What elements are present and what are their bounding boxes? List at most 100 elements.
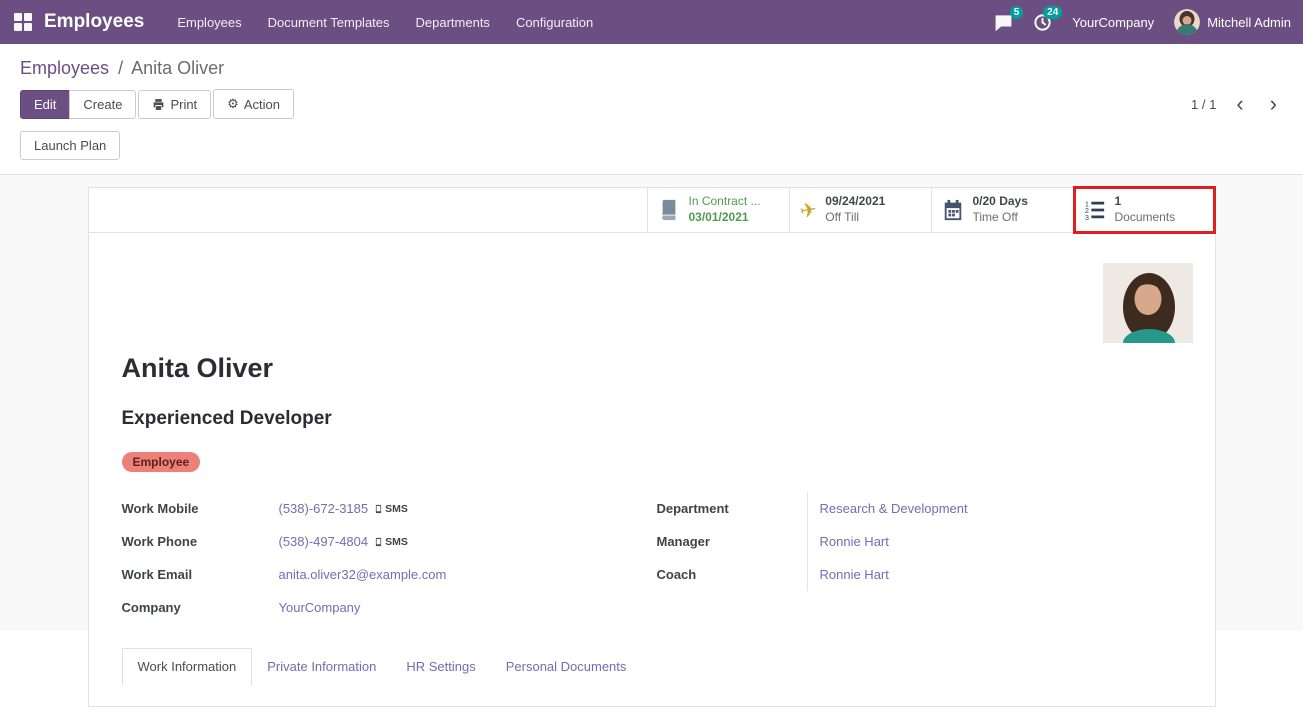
work-mobile-row: Work Mobile (538)-672-3185 SMS xyxy=(122,492,657,525)
messages-badge: 5 xyxy=(1010,6,1024,19)
department-row: Department Research & Development xyxy=(657,492,1182,525)
user-avatar xyxy=(1174,9,1200,35)
ordered-list-icon: 123 xyxy=(1084,199,1106,221)
book-icon xyxy=(658,199,680,221)
work-email-row: Work Email anita.oliver32@example.com xyxy=(122,558,657,591)
company-row: Company YourCompany xyxy=(122,591,657,624)
navbar-right: 5 24 YourCompany Mitchell Admin xyxy=(994,9,1291,35)
user-menu[interactable]: Mitchell Admin xyxy=(1174,9,1291,35)
time-off-stat-text: 0/20 Days Time Off xyxy=(973,194,1028,225)
work-phone-value[interactable]: (538)-497-4804 SMS xyxy=(279,534,408,549)
sms-label: SMS xyxy=(385,503,408,515)
fields-grid: Work Mobile (538)-672-3185 SMS Work Phon… xyxy=(122,492,1182,624)
create-button[interactable]: Create xyxy=(69,90,136,119)
top-navbar: Employees Employees Document Templates D… xyxy=(0,0,1303,44)
work-phone-sms-link[interactable]: SMS xyxy=(374,536,408,548)
employee-job-title: Experienced Developer xyxy=(122,408,1182,430)
employee-photo[interactable] xyxy=(1103,263,1193,343)
off-till-stat-text: 09/24/2021 Off Till xyxy=(825,194,885,225)
fields-right-column: Department Research & Development Manage… xyxy=(657,492,1182,624)
manager-value[interactable]: Ronnie Hart xyxy=(807,525,889,558)
menu-item-document-templates[interactable]: Document Templates xyxy=(257,8,401,37)
pager: 1 / 1 ‹ › xyxy=(1191,97,1283,112)
tab-work-information[interactable]: Work Information xyxy=(122,648,253,686)
calendar-icon xyxy=(942,199,964,221)
work-phone-row: Work Phone (538)-497-4804 SMS xyxy=(122,525,657,558)
gear-icon: ⚙ xyxy=(227,96,239,112)
tab-personal-documents[interactable]: Personal Documents xyxy=(491,649,642,686)
department-label: Department xyxy=(657,501,807,516)
app-name[interactable]: Employees xyxy=(44,11,144,33)
company-switcher[interactable]: YourCompany xyxy=(1072,15,1154,30)
tab-hr-settings[interactable]: HR Settings xyxy=(391,649,490,686)
contract-status: In Contract ... xyxy=(689,194,761,210)
pager-next-icon[interactable]: › xyxy=(1264,97,1283,111)
tab-private-information[interactable]: Private Information xyxy=(252,649,391,686)
mobile-phone-icon xyxy=(374,503,383,515)
apps-menu-icon[interactable] xyxy=(14,13,32,31)
employee-form-sheet: In Contract ... 03/01/2021 ✈ 09/24/2021 … xyxy=(88,187,1216,707)
off-till-label: Off Till xyxy=(825,210,885,226)
manager-label: Manager xyxy=(657,534,807,549)
printer-icon xyxy=(152,98,165,111)
company-label: Company xyxy=(122,600,279,615)
work-mobile-sms-link[interactable]: SMS xyxy=(374,503,408,515)
work-email-label: Work Email xyxy=(122,567,279,582)
work-mobile-number[interactable]: (538)-672-3185 xyxy=(279,501,369,516)
coach-value[interactable]: Ronnie Hart xyxy=(807,558,889,591)
stat-button-box: In Contract ... 03/01/2021 ✈ 09/24/2021 … xyxy=(89,188,1215,233)
activities-badge: 24 xyxy=(1043,6,1062,19)
menu-item-configuration[interactable]: Configuration xyxy=(505,8,604,37)
form-view: In Contract ... 03/01/2021 ✈ 09/24/2021 … xyxy=(0,175,1303,631)
documents-stat-button[interactable]: 123 1 Documents xyxy=(1073,188,1215,232)
action-button[interactable]: ⚙ Action xyxy=(213,89,294,119)
activities-button[interactable]: 24 xyxy=(1033,13,1052,32)
time-off-stat-button[interactable]: 0/20 Days Time Off xyxy=(931,188,1073,232)
menu-item-departments[interactable]: Departments xyxy=(405,8,501,37)
launch-plan-button[interactable]: Launch Plan xyxy=(20,131,120,160)
notebook-tabs: Work Information Private Information HR … xyxy=(122,648,1182,686)
pager-value: 1 / 1 xyxy=(1191,97,1216,112)
work-mobile-value[interactable]: (538)-672-3185 SMS xyxy=(279,501,408,516)
print-button[interactable]: Print xyxy=(138,90,211,119)
coach-label: Coach xyxy=(657,567,807,582)
menu-item-employees[interactable]: Employees xyxy=(166,8,252,37)
main-menu: Employees Document Templates Departments… xyxy=(166,8,604,37)
contract-stat-button[interactable]: In Contract ... 03/01/2021 xyxy=(647,188,789,232)
mobile-phone-icon xyxy=(374,536,383,548)
breadcrumb-parent[interactable]: Employees xyxy=(20,58,109,78)
department-value[interactable]: Research & Development xyxy=(807,492,968,525)
time-off-label: Time Off xyxy=(973,210,1028,226)
work-phone-number[interactable]: (538)-497-4804 xyxy=(279,534,369,549)
sms-label: SMS xyxy=(385,536,408,548)
print-label: Print xyxy=(170,97,197,112)
control-panel-toolbar: Edit Create Print ⚙ Action 1 / 1 ‹ › xyxy=(0,81,1303,127)
tags-row: Employee xyxy=(122,452,1182,472)
action-label: Action xyxy=(244,97,280,112)
user-name: Mitchell Admin xyxy=(1207,15,1291,30)
breadcrumb: Employees / Anita Oliver xyxy=(0,44,1303,81)
documents-stat-text: 1 Documents xyxy=(1115,194,1176,225)
breadcrumb-separator: / xyxy=(118,58,123,78)
work-phone-label: Work Phone xyxy=(122,534,279,549)
off-till-stat-button[interactable]: ✈ 09/24/2021 Off Till xyxy=(789,188,931,232)
employee-type-tag[interactable]: Employee xyxy=(122,452,201,472)
messages-button[interactable]: 5 xyxy=(994,13,1013,32)
contract-date: 03/01/2021 xyxy=(689,210,761,226)
statusbar: Launch Plan xyxy=(0,127,1303,175)
fields-left-column: Work Mobile (538)-672-3185 SMS Work Phon… xyxy=(122,492,657,624)
coach-row: Coach Ronnie Hart xyxy=(657,558,1182,591)
time-off-days: 0/20 Days xyxy=(973,194,1028,210)
contract-stat-text: In Contract ... 03/01/2021 xyxy=(689,194,761,225)
edit-button[interactable]: Edit xyxy=(20,90,70,119)
edit-create-group: Edit Create xyxy=(20,90,136,119)
documents-label: Documents xyxy=(1115,210,1176,226)
grid-square xyxy=(14,13,22,21)
company-value[interactable]: YourCompany xyxy=(279,600,361,615)
grid-square xyxy=(24,13,32,21)
pager-previous-icon[interactable]: ‹ xyxy=(1230,97,1249,111)
work-email-value[interactable]: anita.oliver32@example.com xyxy=(279,567,447,582)
breadcrumb-current: Anita Oliver xyxy=(131,58,224,78)
work-mobile-label: Work Mobile xyxy=(122,501,279,516)
plane-icon: ✈ xyxy=(797,196,818,224)
